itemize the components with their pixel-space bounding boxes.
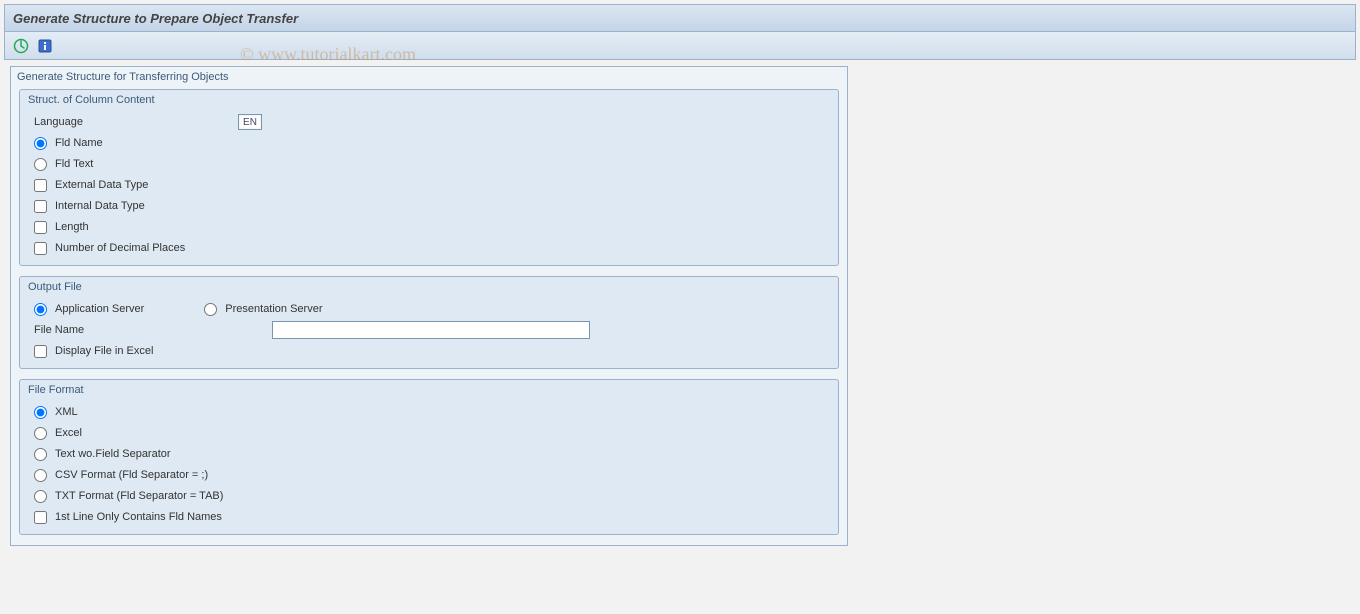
firstline-row: 1st Line Only Contains Fld Names xyxy=(20,507,838,527)
fld-name-label: Fld Name xyxy=(55,137,103,149)
group-title-format: File Format xyxy=(20,380,838,402)
display-excel-row: Display File in Excel xyxy=(20,341,838,361)
internal-type-checkbox[interactable] xyxy=(34,200,47,213)
external-type-checkbox[interactable] xyxy=(34,179,47,192)
external-type-row: External Data Type xyxy=(20,175,838,195)
pres-server-radio[interactable] xyxy=(204,303,217,316)
external-type-label: External Data Type xyxy=(55,179,148,191)
info-button[interactable] xyxy=(35,36,55,56)
csv-label: CSV Format (Fld Separator = ;) xyxy=(55,469,208,481)
internal-type-label: Internal Data Type xyxy=(55,200,145,212)
group-file-format: File Format XML Excel Text wo.Field Sepa… xyxy=(19,379,839,535)
xml-label: XML xyxy=(55,406,78,418)
fld-name-radio[interactable] xyxy=(34,137,47,150)
file-name-row: File Name xyxy=(20,320,838,340)
csv-row: CSV Format (Fld Separator = ;) xyxy=(20,465,838,485)
server-row: Application Server Presentation Server xyxy=(20,299,838,319)
decimals-label: Number of Decimal Places xyxy=(55,242,185,254)
panel-title: Generate Structure for Transferring Obje… xyxy=(11,67,847,89)
firstline-checkbox[interactable] xyxy=(34,511,47,524)
display-excel-label: Display File in Excel xyxy=(55,345,153,357)
textnosep-radio[interactable] xyxy=(34,448,47,461)
execute-icon xyxy=(13,38,29,54)
length-checkbox[interactable] xyxy=(34,221,47,234)
internal-type-row: Internal Data Type xyxy=(20,196,838,216)
title-bar: Generate Structure to Prepare Object Tra… xyxy=(4,4,1356,32)
language-value[interactable]: EN xyxy=(238,114,262,130)
txt-label: TXT Format (Fld Separator = TAB) xyxy=(55,490,223,502)
pres-server-label: Presentation Server xyxy=(225,303,322,315)
decimals-row: Number of Decimal Places xyxy=(20,238,838,258)
execute-button[interactable] xyxy=(11,36,31,56)
fld-text-label: Fld Text xyxy=(55,158,93,170)
page-title: Generate Structure to Prepare Object Tra… xyxy=(13,11,298,26)
group-struct-column: Struct. of Column Content Language EN Fl… xyxy=(19,89,839,266)
display-excel-checkbox[interactable] xyxy=(34,345,47,358)
xml-row: XML xyxy=(20,402,838,422)
group-title-output: Output File xyxy=(20,277,838,299)
fld-text-row: Fld Text xyxy=(20,154,838,174)
file-name-input[interactable] xyxy=(272,321,590,339)
info-icon xyxy=(38,39,52,53)
csv-radio[interactable] xyxy=(34,469,47,482)
main-panel: Generate Structure for Transferring Obje… xyxy=(10,66,848,546)
xml-radio[interactable] xyxy=(34,406,47,419)
excel-radio[interactable] xyxy=(34,427,47,440)
language-row: Language EN xyxy=(20,112,838,132)
toolbar xyxy=(4,32,1356,60)
txt-row: TXT Format (Fld Separator = TAB) xyxy=(20,486,838,506)
textnosep-label: Text wo.Field Separator xyxy=(55,448,171,460)
language-label: Language xyxy=(34,116,234,128)
group-title-struct: Struct. of Column Content xyxy=(20,90,838,112)
fld-text-radio[interactable] xyxy=(34,158,47,171)
textnosep-row: Text wo.Field Separator xyxy=(20,444,838,464)
length-row: Length xyxy=(20,217,838,237)
firstline-label: 1st Line Only Contains Fld Names xyxy=(55,511,222,523)
fld-name-row: Fld Name xyxy=(20,133,838,153)
file-name-label: File Name xyxy=(34,324,268,336)
app-server-radio[interactable] xyxy=(34,303,47,316)
decimals-checkbox[interactable] xyxy=(34,242,47,255)
excel-label: Excel xyxy=(55,427,82,439)
excel-row: Excel xyxy=(20,423,838,443)
group-output-file: Output File Application Server Presentat… xyxy=(19,276,839,369)
txt-radio[interactable] xyxy=(34,490,47,503)
app-server-label: Application Server xyxy=(55,303,144,315)
length-label: Length xyxy=(55,221,89,233)
